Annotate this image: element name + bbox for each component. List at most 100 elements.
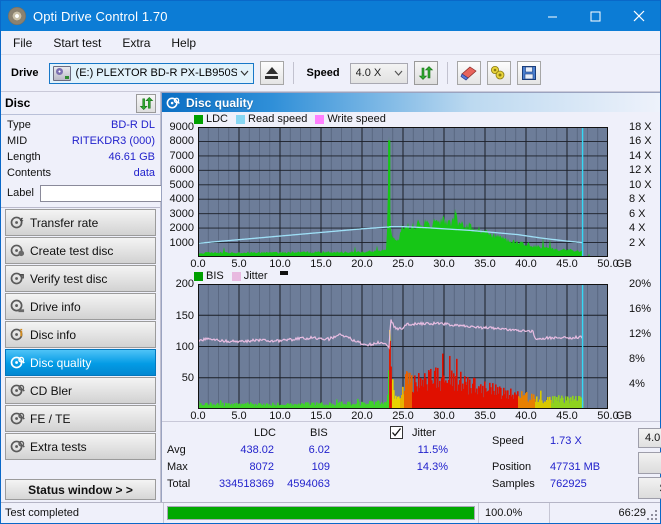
- status-window-button[interactable]: Status window > >: [5, 479, 156, 500]
- app-window: Opti Drive Control 1.70 File Start test …: [0, 0, 661, 524]
- disc-length-value: 46.61 GB: [108, 151, 155, 163]
- start-part-button[interactable]: Start part: [638, 477, 661, 499]
- legend-label: BIS: [206, 270, 224, 283]
- y2-tick-label: 10 X: [629, 178, 652, 191]
- menu-help[interactable]: Help: [162, 33, 205, 53]
- panel-header: Disc quality: [162, 93, 660, 112]
- samples-metric-value: 762925: [550, 478, 587, 490]
- disc-info-rows: Type BD-R DL MID RITEKDR3 (000) Length 4…: [1, 115, 247, 207]
- sidebar: Disc Type BD-R DL MID RITEKDR3 (000) Len…: [1, 92, 247, 502]
- y-tick-label: 8000: [169, 135, 194, 148]
- drive-label: Drive: [11, 67, 39, 79]
- save-button[interactable]: [516, 61, 541, 85]
- speed-metric-label: Speed: [492, 435, 524, 447]
- disc-panel-header: Disc: [1, 92, 160, 115]
- sidebar-item-disc-quality[interactable]: Disc quality: [5, 349, 156, 376]
- sidebar-label: CD Bler: [30, 383, 73, 398]
- disc-verify-icon: [6, 271, 28, 286]
- chart-ldc-readspeed: LDC Read speed Write speed 1000 2000 300…: [162, 112, 660, 270]
- window-title: Opti Drive Control 1.70: [33, 8, 168, 24]
- test-speed-select[interactable]: 4.0 X: [638, 428, 661, 448]
- sidebar-item-disc-info[interactable]: Disc info: [5, 321, 156, 348]
- sidebar-item-extra-tests[interactable]: Extra tests: [5, 433, 156, 460]
- refresh-button[interactable]: [413, 61, 438, 85]
- save-icon: [521, 66, 536, 80]
- x-tick-label: 20.0: [351, 258, 373, 270]
- legend-swatch: [194, 114, 203, 124]
- x-axis-unit-label: GB: [616, 258, 632, 270]
- stats-table: LDC BIS Jitter Avg 438.02 6.02 11.5% Max…: [162, 426, 492, 500]
- stats-col-ldc: LDC: [254, 427, 277, 439]
- position-metric-label: Position: [492, 461, 532, 473]
- x-tick-label: 10.0: [269, 258, 291, 270]
- start-full-button[interactable]: Start full: [638, 452, 661, 474]
- toolbar: Drive (E:) PLEXTOR BD-R PX-LB950SA 1.06 …: [1, 55, 660, 92]
- test-speed-value: 4.0 X: [645, 432, 661, 444]
- progress-wrap: [164, 503, 478, 523]
- sidebar-item-transfer-rate[interactable]: Transfer rate: [5, 209, 156, 236]
- chart-bottom-canvas: [198, 284, 608, 410]
- menu-file[interactable]: File: [4, 33, 41, 53]
- jitter-checkbox[interactable]: [390, 426, 403, 439]
- disc-row-contents: Contents data: [7, 165, 155, 181]
- sidebar-item-fe-te[interactable]: FE / TE: [5, 405, 156, 432]
- eject-button[interactable]: [259, 61, 284, 85]
- sidebar-label: Transfer rate: [30, 215, 99, 230]
- y2-tick-label: 16%: [629, 303, 652, 316]
- toolbar-divider-2: [446, 62, 448, 84]
- stats-avg-ldc: 438.02: [240, 444, 274, 456]
- speed-select[interactable]: 4.0 X: [349, 62, 408, 84]
- tools-button[interactable]: [486, 61, 511, 85]
- maximize-icon[interactable]: [574, 1, 617, 31]
- x-tick-label: 40.0: [515, 258, 537, 270]
- main-panel: Disc quality LDC Read speed Write speed …: [161, 92, 661, 502]
- chart-top-legend: LDC Read speed Write speed: [194, 113, 390, 125]
- stats-col-bis: BIS: [310, 427, 328, 439]
- speed-select-value: 4.0 X: [355, 67, 382, 79]
- speed-metric-value: 1.73 X: [550, 435, 582, 447]
- stats-metrics: Speed 1.73 X Position 47731 MB Samples 7…: [492, 426, 632, 500]
- sidebar-item-drive-info[interactable]: Drive info: [5, 293, 156, 320]
- legend-swatch: [231, 271, 241, 281]
- sidebar-item-cd-bler[interactable]: CD Bler: [5, 377, 156, 404]
- sidebar-label: Disc quality: [30, 355, 92, 370]
- menu-extra[interactable]: Extra: [113, 33, 159, 53]
- sidebar-label: Disc info: [30, 327, 77, 342]
- toolbar-divider-1: [292, 62, 294, 84]
- title-bar: Opti Drive Control 1.70: [1, 1, 660, 31]
- panel-title: Disc quality: [186, 95, 254, 110]
- disc-refresh-button[interactable]: [136, 93, 156, 113]
- close-icon[interactable]: [617, 1, 660, 31]
- drive-icon: [52, 65, 71, 81]
- y2-tick-label: 8 X: [629, 193, 646, 206]
- sidebar-label: Create test disc: [30, 243, 114, 258]
- chart-top-plot: 1000 2000 3000 4000 5000 6000 7000 8000 9000 2 X…: [162, 121, 660, 270]
- y-tick-label: 4000: [169, 193, 194, 206]
- sidebar-item-verify-test-disc[interactable]: Verify test disc: [5, 265, 156, 292]
- disc-label-label: Label: [7, 187, 34, 199]
- chart-top-canvas: [198, 127, 608, 257]
- menu-start-test[interactable]: Start test: [44, 33, 110, 53]
- drive-select[interactable]: (E:) PLEXTOR BD-R PX-LB950SA 1.06: [48, 62, 254, 84]
- stats-avg-jitter: 11.5%: [417, 444, 448, 456]
- legend-label: Write speed: [327, 113, 386, 125]
- erase-button[interactable]: [456, 61, 481, 85]
- minimize-icon[interactable]: [531, 1, 574, 31]
- y-tick-label: 1000: [169, 236, 194, 249]
- y-tick-label: 5000: [169, 178, 194, 191]
- y2-tick-label: 4 X: [629, 222, 646, 235]
- y2-tick-label: 2 X: [629, 236, 646, 249]
- chevron-down-icon: [391, 70, 407, 76]
- disc-extra-icon: [6, 439, 28, 454]
- y-tick-label: 9000: [169, 121, 194, 133]
- y2-tick-label: 12 X: [629, 164, 652, 177]
- legend-extra-marker: [279, 270, 288, 275]
- sidebar-item-create-test-disc[interactable]: Create test disc: [5, 237, 156, 264]
- chart-bottom-legend: BIS Jitter: [194, 270, 288, 282]
- stats-total-bis: 4594063: [287, 478, 330, 490]
- y2-tick-label: 16 X: [629, 135, 652, 148]
- y2-tick-label: 18 X: [629, 121, 652, 133]
- chart-top-y-axis: 1000 2000 3000 4000 5000 6000 7000 8000 9000: [162, 121, 196, 257]
- stats-actions: 4.0 X Start full Start part: [632, 426, 661, 500]
- resize-grip[interactable]: [646, 509, 658, 521]
